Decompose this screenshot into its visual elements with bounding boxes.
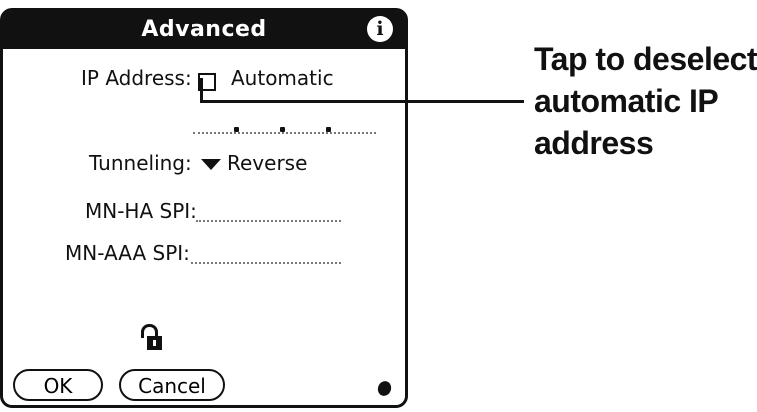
callout-line-1: Tap to deselect bbox=[534, 41, 757, 77]
ip-address-label: IP Address: bbox=[81, 66, 192, 90]
ip-octet-separator bbox=[234, 127, 239, 132]
info-icon[interactable]: i bbox=[367, 16, 393, 42]
dropdown-triangle-icon[interactable] bbox=[201, 159, 221, 170]
callout-line-horizontal bbox=[200, 100, 524, 103]
callout-line-3: address bbox=[534, 125, 654, 161]
ip-address-field[interactable] bbox=[193, 126, 376, 136]
tunneling-label: Tunneling: bbox=[89, 151, 192, 175]
unlocked-padlock-icon bbox=[141, 324, 167, 354]
callout-annotation: Tap to deselect automatic IP address bbox=[534, 38, 757, 164]
tunneling-select[interactable]: Reverse bbox=[227, 151, 307, 175]
ip-octet-separator bbox=[280, 127, 285, 132]
automatic-label[interactable]: Automatic bbox=[231, 66, 334, 90]
mn-aaa-spi-label: MN-AAA SPI: bbox=[65, 241, 190, 265]
advanced-dialog: Advanced i IP Address: Automatic Tunneli… bbox=[0, 8, 408, 408]
ip-address-underline bbox=[193, 132, 376, 134]
corner-dot-icon bbox=[375, 379, 394, 398]
ip-octet-separator bbox=[326, 127, 331, 132]
dialog-title: Advanced bbox=[141, 17, 267, 42]
mn-ha-spi-field[interactable] bbox=[196, 220, 341, 222]
callout-line-2: automatic IP bbox=[534, 83, 719, 119]
ok-button[interactable]: OK bbox=[13, 369, 103, 401]
cancel-button[interactable]: Cancel bbox=[119, 369, 225, 401]
callout-line-vertical bbox=[200, 78, 203, 102]
title-bar: Advanced i bbox=[3, 11, 405, 49]
mn-ha-spi-label: MN-HA SPI: bbox=[85, 199, 197, 223]
mn-aaa-spi-field[interactable] bbox=[191, 262, 341, 264]
